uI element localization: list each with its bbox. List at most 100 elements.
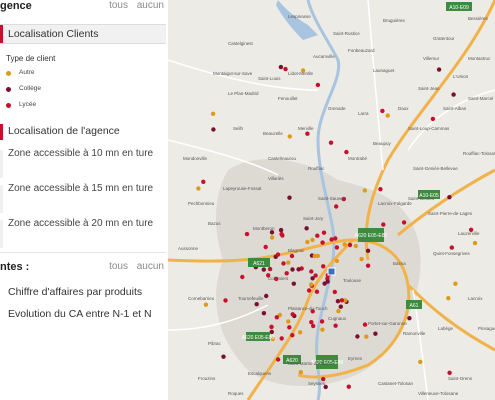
client-marker[interactable]	[278, 227, 284, 233]
client-marker[interactable]	[315, 82, 321, 88]
client-marker[interactable]	[286, 319, 291, 324]
client-marker[interactable]	[279, 231, 284, 237]
client-marker[interactable]	[334, 258, 340, 264]
client-marker[interactable]	[223, 298, 228, 303]
client-marker[interactable]	[401, 220, 407, 225]
client-marker[interactable]	[310, 237, 315, 243]
client-marker[interactable]	[201, 179, 206, 184]
zone-checkbox[interactable]	[0, 220, 3, 248]
client-marker[interactable]	[279, 336, 284, 341]
client-marker[interactable]	[278, 64, 284, 70]
client-marker[interactable]	[196, 186, 201, 191]
client-marker[interactable]	[281, 261, 286, 266]
client-marker[interactable]	[359, 256, 364, 262]
client-marker[interactable]	[333, 236, 338, 241]
client-marker[interactable]	[289, 253, 295, 259]
client-marker[interactable]	[240, 274, 245, 280]
client-marker[interactable]	[365, 248, 371, 253]
client-marker[interactable]	[449, 245, 454, 250]
layer-localisation-agence[interactable]: Localisation de l'agence	[0, 124, 166, 140]
client-marker[interactable]	[291, 281, 296, 286]
client-marker[interactable]	[332, 289, 337, 295]
client-marker[interactable]	[362, 322, 368, 327]
stat-evolution-ca[interactable]: Evolution du CA entre N-1 et N	[0, 308, 166, 324]
client-marker[interactable]	[336, 308, 341, 314]
client-marker[interactable]	[381, 222, 386, 227]
client-marker[interactable]	[306, 288, 312, 293]
client-marker[interactable]	[418, 359, 423, 365]
client-marker[interactable]	[287, 325, 292, 330]
client-marker[interactable]	[298, 370, 303, 375]
client-marker[interactable]	[309, 269, 314, 274]
select-none-link[interactable]: aucun	[137, 0, 164, 11]
client-marker[interactable]	[210, 111, 216, 117]
client-marker[interactable]	[436, 67, 442, 72]
client-marker[interactable]	[315, 233, 320, 238]
zone-checkbox[interactable]	[0, 150, 3, 178]
client-marker[interactable]	[290, 267, 295, 272]
client-marker[interactable]	[320, 327, 325, 332]
client-marker[interactable]	[447, 195, 452, 200]
client-marker[interactable]	[325, 279, 330, 284]
client-marker[interactable]	[346, 384, 351, 389]
client-marker[interactable]	[334, 204, 339, 209]
client-marker[interactable]	[328, 140, 334, 145]
select-all-link[interactable]: tous	[109, 261, 128, 272]
client-marker[interactable]	[263, 244, 268, 250]
client-marker[interactable]	[311, 323, 316, 329]
client-marker[interactable]	[298, 330, 303, 335]
client-marker[interactable]	[378, 187, 383, 192]
client-marker[interactable]	[453, 281, 458, 286]
client-marker[interactable]	[290, 312, 295, 317]
client-marker[interactable]	[320, 240, 325, 245]
client-marker[interactable]	[329, 237, 334, 242]
client-marker[interactable]	[362, 188, 367, 193]
client-marker[interactable]	[290, 333, 295, 338]
client-marker[interactable]	[267, 266, 273, 272]
client-marker[interactable]	[274, 315, 279, 320]
client-marker[interactable]	[261, 311, 267, 316]
client-marker[interactable]	[334, 245, 340, 250]
client-marker[interactable]	[287, 134, 292, 139]
client-marker[interactable]	[313, 273, 318, 278]
client-marker[interactable]	[221, 354, 226, 359]
client-marker[interactable]	[284, 271, 289, 276]
client-marker[interactable]	[211, 127, 216, 132]
client-marker[interactable]	[319, 319, 325, 324]
client-marker[interactable]	[312, 253, 317, 259]
client-marker[interactable]	[305, 131, 310, 136]
client-marker[interactable]	[314, 289, 320, 294]
client-marker[interactable]	[353, 243, 358, 249]
map-view[interactable]: A10-E09 A10-E05 A620 E05-E80 A621 A620 E…	[168, 0, 495, 400]
client-marker[interactable]	[380, 108, 385, 114]
client-marker[interactable]	[305, 239, 310, 245]
client-marker[interactable]	[269, 235, 275, 240]
client-marker[interactable]	[269, 324, 274, 330]
layer-localisation-clients[interactable]: Localisation Clients	[0, 24, 166, 44]
client-marker[interactable]	[447, 370, 452, 375]
client-marker[interactable]	[430, 116, 436, 122]
zone-checkbox[interactable]	[0, 185, 3, 213]
client-marker[interactable]	[287, 195, 292, 200]
client-marker[interactable]	[347, 242, 353, 248]
client-marker[interactable]	[309, 282, 314, 287]
client-marker[interactable]	[344, 149, 349, 155]
client-marker[interactable]	[451, 92, 456, 97]
client-marker[interactable]	[333, 323, 338, 328]
client-marker[interactable]	[275, 252, 281, 257]
client-marker[interactable]	[446, 296, 451, 301]
client-marker[interactable]	[309, 320, 314, 325]
stat-chiffre-affaires[interactable]: Chiffre d'affaires par produits	[0, 286, 166, 302]
client-marker[interactable]	[275, 357, 281, 362]
client-marker[interactable]	[472, 240, 478, 246]
client-marker[interactable]	[335, 299, 341, 304]
client-marker[interactable]	[355, 334, 360, 339]
client-marker[interactable]	[364, 334, 369, 339]
client-marker[interactable]	[296, 267, 301, 272]
client-marker[interactable]	[264, 293, 269, 299]
client-marker[interactable]	[342, 242, 347, 247]
client-marker[interactable]	[286, 260, 291, 265]
client-marker[interactable]	[244, 231, 250, 237]
client-marker[interactable]	[321, 264, 326, 269]
select-none-link[interactable]: aucun	[137, 261, 164, 272]
